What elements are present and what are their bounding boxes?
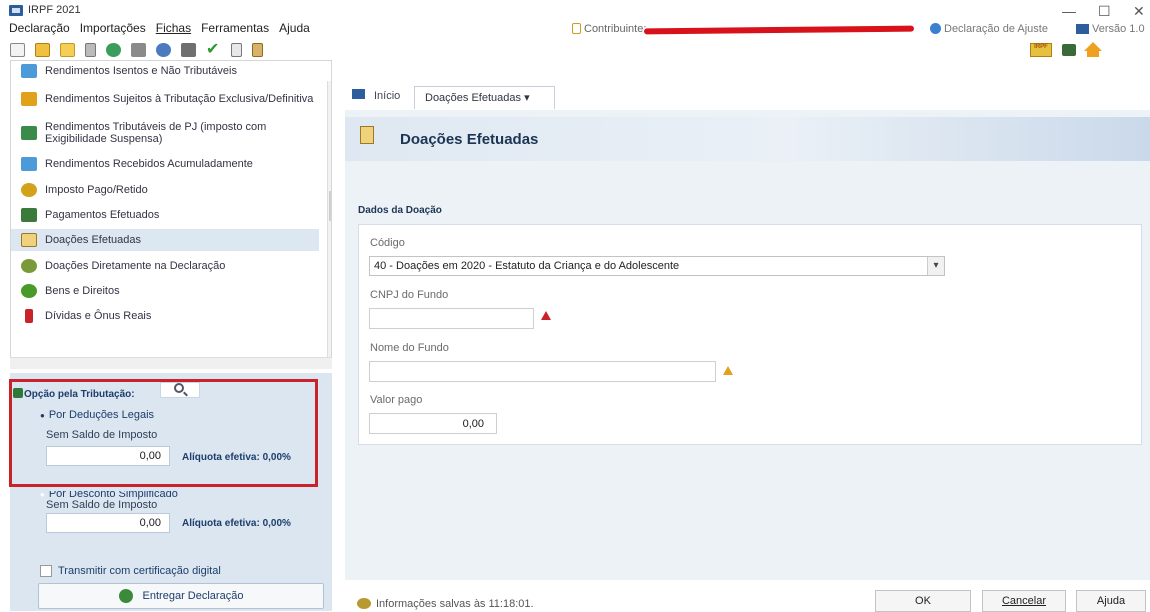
- section-title: Dados da Doação: [358, 205, 442, 216]
- nav-item-recebidos-acumuladamente[interactable]: Rendimentos Recebidos Acumuladamente: [11, 153, 319, 175]
- saved-icon: [357, 598, 371, 609]
- folder-icon[interactable]: [60, 43, 75, 57]
- nav-item-label: Imposto Pago/Retido: [45, 184, 148, 196]
- contribuinte-label: Contribuinte:: [584, 23, 647, 35]
- tax-paid-icon: [21, 183, 37, 197]
- cancelar-button[interactable]: Cancelar: [982, 590, 1066, 612]
- warning-icon: [723, 366, 733, 375]
- payments-icon: [21, 208, 37, 222]
- cnpj-label: CNPJ do Fundo: [370, 289, 449, 301]
- nav-item-label: Doações Diretamente na Declaração: [45, 260, 226, 272]
- menu-ferramentas[interactable]: Ferramentas: [201, 21, 269, 39]
- cert-checkbox[interactable]: [40, 565, 52, 577]
- codigo-select[interactable]: 40 - Doações em 2020 - Estatuto da Crian…: [369, 256, 945, 276]
- nav-item-pagamentos[interactable]: Pagamentos Efetuados: [11, 204, 319, 226]
- assets-icon: [21, 284, 37, 298]
- income-accumulated-icon: [21, 157, 37, 171]
- error-icon: [541, 311, 551, 320]
- tree-vertical-scrollbar[interactable]: [327, 81, 331, 366]
- nav-item-doacoes-diretamente[interactable]: Doações Diretamente na Declaração: [11, 255, 319, 277]
- minimize-button[interactable]: —: [1062, 3, 1076, 19]
- ajuda-button[interactable]: Ajuda: [1076, 590, 1146, 612]
- income-exclusive-icon: [21, 92, 37, 106]
- window-title: IRPF 2021: [28, 4, 81, 16]
- aliquota-efetiva-2: Alíquota efetiva: 0,00%: [182, 518, 291, 529]
- chat-icon[interactable]: [1062, 44, 1076, 56]
- check-icon[interactable]: ✔: [206, 42, 221, 58]
- menu-importacoes[interactable]: Importações: [80, 21, 146, 39]
- nav-item-imposto-pago[interactable]: Imposto Pago/Retido: [11, 179, 319, 201]
- declaration-icon: [930, 23, 941, 34]
- printer-icon[interactable]: [181, 43, 196, 57]
- app-icon: [9, 5, 23, 16]
- highlight-frame: [9, 379, 318, 487]
- cnpj-input[interactable]: [369, 308, 534, 329]
- maximize-button[interactable]: ☐: [1098, 3, 1111, 20]
- fichas-tree: Rendimentos Isentos e Não Tributáveis Re…: [10, 60, 332, 367]
- menu-bar: Declaração Importações Fichas Ferramenta…: [9, 21, 320, 39]
- toolbar: ✔: [10, 40, 263, 60]
- valor-input[interactable]: 0,00: [369, 413, 497, 434]
- nav-item-label: Rendimentos Sujeitos à Tributação Exclus…: [45, 93, 314, 105]
- redaction-bar: [643, 25, 915, 35]
- nav-item-rendimentos-isentos[interactable]: Rendimentos Isentos e Não Tributáveis: [11, 61, 319, 81]
- home-icon[interactable]: [1084, 42, 1102, 57]
- disc-icon[interactable]: [156, 43, 171, 57]
- menu-declaracao[interactable]: Declaração: [9, 21, 70, 39]
- nav-item-bens-direitos[interactable]: Bens e Direitos: [11, 280, 319, 302]
- nav-item-doacoes-efetuadas[interactable]: Doações Efetuadas: [11, 229, 319, 251]
- nome-label: Nome do Fundo: [370, 342, 449, 354]
- donations-direct-icon: [21, 259, 37, 273]
- tree-scroll-thumb[interactable]: [329, 191, 331, 221]
- ok-button[interactable]: OK: [875, 590, 971, 612]
- income-suspended-icon: [21, 126, 37, 140]
- nav-item-label: Rendimentos Recebidos Acumuladamente: [45, 158, 253, 170]
- network-icon[interactable]: [106, 43, 121, 57]
- donations-icon: [21, 233, 37, 247]
- wrench-icon[interactable]: [131, 43, 146, 57]
- cert-label: Transmitir com certificação digital: [58, 565, 221, 577]
- nome-input[interactable]: [369, 361, 716, 382]
- nav-item-label: Rendimentos Isentos e Não Tributáveis: [45, 65, 237, 77]
- nav-item-label: Bens e Direitos: [45, 285, 120, 297]
- entregar-declaracao-button[interactable]: Entregar Declaração: [38, 583, 324, 609]
- income-exempt-icon: [21, 64, 37, 78]
- trash-icon[interactable]: [85, 43, 96, 57]
- tree-horizontal-scrollbar[interactable]: [10, 357, 332, 369]
- declaration-type[interactable]: Declaração de Ajuste: [944, 23, 1048, 35]
- lock-icon: [572, 23, 581, 34]
- title-bar: [0, 0, 1150, 22]
- status-text: Informações salvas às 11:18:01.: [376, 598, 534, 610]
- nav-item-tributacao-exclusiva[interactable]: Rendimentos Sujeitos à Tributação Exclus…: [11, 83, 319, 115]
- menu-fichas[interactable]: Fichas: [156, 21, 191, 39]
- book-icon[interactable]: [231, 43, 242, 57]
- tax-value-2: 0,00: [46, 513, 170, 533]
- menu-ajuda[interactable]: Ajuda: [279, 21, 310, 39]
- chevron-down-icon[interactable]: ▾: [927, 257, 944, 275]
- donations-header-icon: [360, 126, 374, 144]
- entregar-label: Entregar Declaração: [142, 590, 244, 602]
- version-icon: [1076, 24, 1089, 34]
- nav-item-dividas[interactable]: Dívidas e Ônus Reais: [11, 305, 319, 327]
- tab-inicio[interactable]: Início: [350, 86, 408, 108]
- clipboard-icon[interactable]: [252, 43, 263, 57]
- nav-item-label: Doações Efetuadas: [45, 234, 142, 246]
- nav-item-label: Rendimentos Tributáveis de PJ (imposto c…: [45, 121, 267, 145]
- new-doc-icon[interactable]: [10, 43, 25, 57]
- irpf-logo-icon[interactable]: IRPF: [1030, 43, 1052, 57]
- sem-saldo-label-2: Sem Saldo de Imposto: [46, 499, 158, 511]
- send-icon: [118, 589, 133, 603]
- debts-icon: [25, 309, 33, 323]
- open-icon[interactable]: [35, 43, 50, 57]
- radio-dot: ●: [40, 490, 45, 499]
- tab-doacoes-efetuadas[interactable]: Doações Efetuadas ▾: [414, 86, 555, 109]
- version-label: Versão 1.0: [1092, 23, 1145, 35]
- codigo-label: Código: [370, 237, 405, 249]
- nav-item-exigibilidade-suspensa[interactable]: Rendimentos Tributáveis de PJ (imposto c…: [11, 117, 319, 149]
- nav-item-label: Dívidas e Ônus Reais: [45, 310, 152, 322]
- page-title: Doações Efetuadas: [400, 131, 539, 148]
- valor-label: Valor pago: [370, 394, 423, 406]
- close-button[interactable]: ✕: [1133, 3, 1145, 20]
- nav-item-label: Pagamentos Efetuados: [45, 209, 160, 221]
